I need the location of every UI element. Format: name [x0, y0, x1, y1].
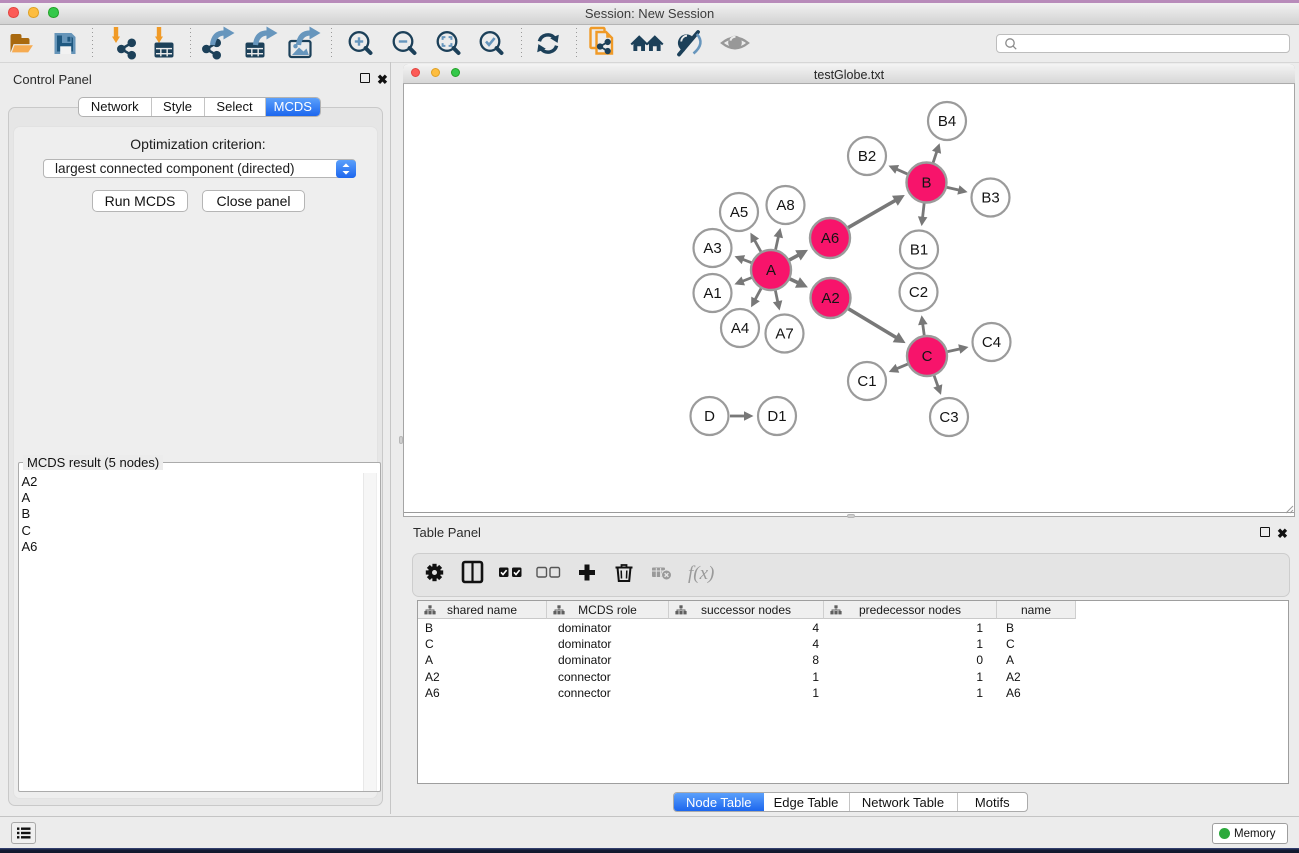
svg-text:A6: A6 [821, 230, 839, 247]
svg-text:B2: B2 [858, 148, 876, 165]
svg-text:C2: C2 [909, 284, 928, 301]
svg-text:A5: A5 [730, 204, 748, 221]
svg-text:C3: C3 [939, 409, 958, 426]
svg-text:A7: A7 [775, 326, 793, 343]
svg-text:B3: B3 [981, 190, 999, 207]
svg-text:C1: C1 [857, 373, 876, 390]
svg-text:f(x): f(x) [688, 563, 714, 584]
svg-text:A3: A3 [703, 240, 721, 257]
svg-text:D1: D1 [767, 408, 786, 425]
svg-text:A4: A4 [731, 320, 749, 337]
svg-text:A: A [766, 262, 776, 279]
svg-text:C: C [922, 348, 933, 365]
svg-text:B4: B4 [938, 113, 956, 130]
svg-text:C4: C4 [982, 334, 1001, 351]
svg-text:A1: A1 [703, 285, 721, 302]
svg-text:B: B [921, 175, 931, 192]
svg-text:D: D [704, 408, 715, 425]
svg-text:B1: B1 [910, 242, 928, 259]
svg-text:A8: A8 [776, 197, 794, 214]
svg-text:A2: A2 [821, 290, 839, 307]
